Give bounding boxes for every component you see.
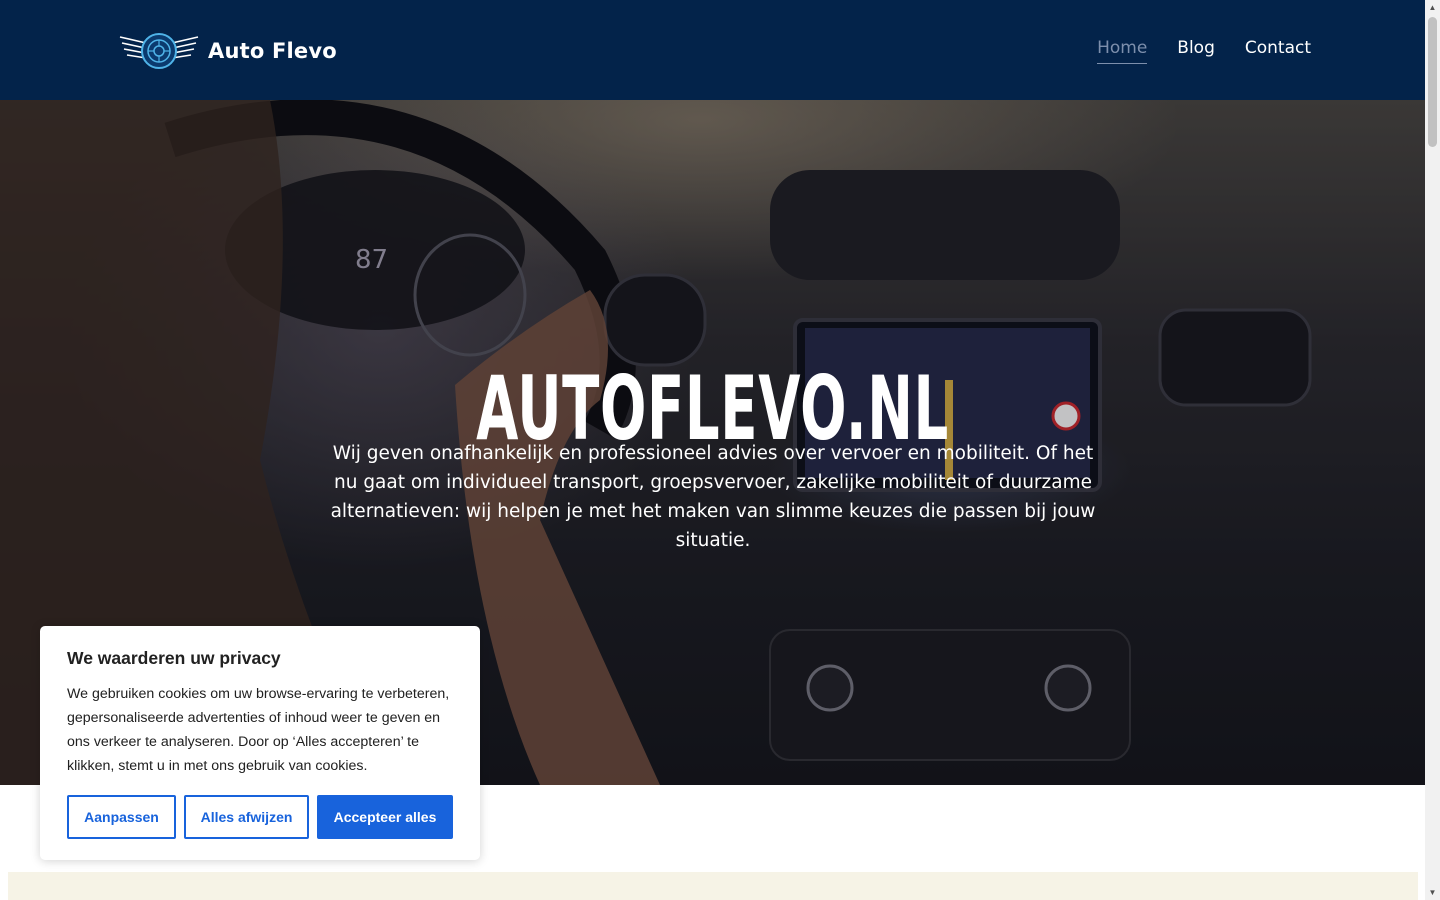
scrollbar-thumb[interactable] (1428, 17, 1437, 147)
accept-all-button[interactable]: Accepteer alles (317, 795, 453, 839)
winged-wheel-icon (119, 33, 199, 69)
scroll-down-icon[interactable]: ▼ (1425, 885, 1440, 900)
hero-subtitle: Wij geven onafhankelijk en professioneel… (330, 442, 1096, 551)
site-logo[interactable]: Auto Flevo (118, 30, 337, 72)
nav-item-contact[interactable]: Contact (1245, 38, 1311, 63)
cookie-text: We gebruiken cookies om uw browse-ervari… (67, 686, 450, 774)
customize-button[interactable]: Aanpassen (67, 795, 176, 839)
nav-item-home[interactable]: Home (1097, 38, 1148, 64)
page-scrollbar[interactable]: ▲ ▼ (1425, 0, 1440, 900)
nav-item-blog[interactable]: Blog (1177, 38, 1215, 63)
site-header: Auto Flevo Home Blog Contact (0, 0, 1425, 100)
reject-all-button[interactable]: Alles afwijzen (184, 795, 309, 839)
content-section (8, 872, 1418, 900)
main-nav: Home Blog Contact (1097, 38, 1311, 64)
cookie-consent-banner: We waarderen uw privacy We gebruiken coo… (40, 626, 480, 860)
cookie-title: We waarderen uw privacy (67, 648, 281, 668)
scroll-up-icon[interactable]: ▲ (1425, 0, 1440, 15)
page: Auto Flevo Home Blog Contact 87 AUTOFLEV… (0, 0, 1425, 900)
brand-name: Auto Flevo (208, 39, 337, 63)
cookie-buttons: Aanpassen Alles afwijzen Accepteer alles (67, 795, 453, 839)
